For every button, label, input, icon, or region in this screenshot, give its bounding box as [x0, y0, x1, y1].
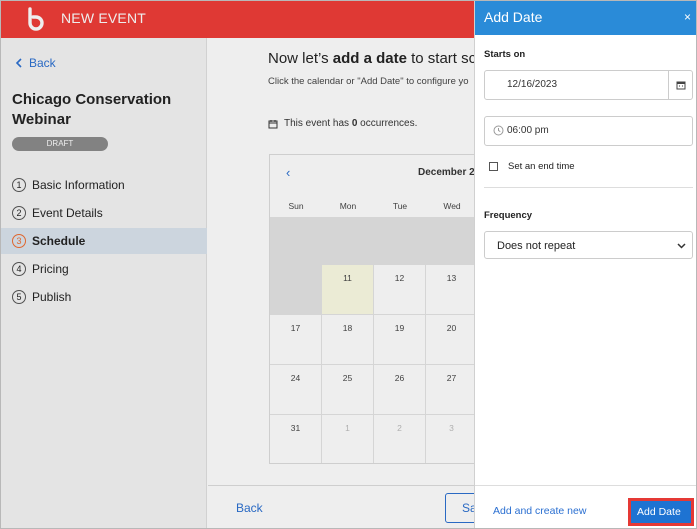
modal-backdrop[interactable]: [1, 1, 474, 528]
add-and-create-new-button[interactable]: Add and create new: [493, 505, 586, 517]
frequency-value: Does not repeat: [497, 240, 576, 252]
start-date-input[interactable]: 12/16/2023: [484, 70, 693, 100]
panel-title: Add Date: [484, 9, 543, 25]
end-time-checkbox[interactable]: [489, 162, 498, 171]
clock-icon: [493, 125, 504, 136]
start-date-value: 12/16/2023: [507, 79, 558, 90]
end-time-label: Set an end time: [508, 161, 575, 172]
panel-footer: Add and create new Add Date: [475, 485, 696, 528]
start-time-input[interactable]: 06:00 pm: [484, 116, 693, 146]
app-window: NEW EVENT Back Chicago Conservation Webi…: [0, 0, 697, 529]
calendar-icon: [676, 81, 685, 90]
divider: [484, 187, 693, 188]
panel-header: Add Date ×: [475, 1, 696, 35]
add-date-panel: Add Date × Starts on 12/16/2023 06:00 pm…: [474, 1, 696, 528]
end-time-option[interactable]: Set an end time: [489, 161, 575, 172]
chevron-down-icon: [677, 243, 686, 249]
close-icon[interactable]: ×: [684, 10, 691, 24]
start-time-value: 06:00 pm: [507, 125, 549, 136]
frequency-label: Frequency: [484, 210, 533, 221]
add-date-button[interactable]: Add Date: [628, 498, 694, 526]
starts-on-label: Starts on: [484, 49, 526, 60]
frequency-select[interactable]: Does not repeat: [484, 231, 693, 259]
date-picker-button[interactable]: [668, 71, 692, 99]
